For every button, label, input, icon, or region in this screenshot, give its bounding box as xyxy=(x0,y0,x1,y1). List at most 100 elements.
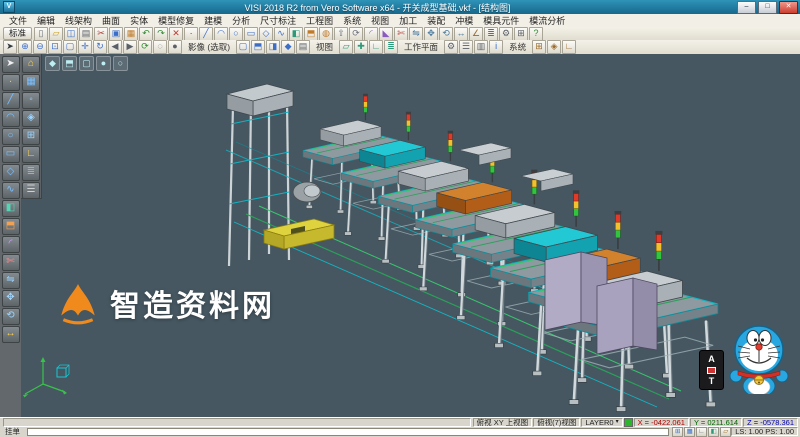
info-icon[interactable]: i xyxy=(489,40,503,54)
next-view-icon[interactable]: ▶ xyxy=(123,40,137,54)
ortho-toggle-icon[interactable]: ∟ xyxy=(22,146,40,163)
extrude-icon[interactable]: ⇧ xyxy=(334,27,348,41)
view-info[interactable]: 俯视(7)视图 xyxy=(533,418,580,427)
grid-icon[interactable]: ⊞ xyxy=(22,128,40,145)
snap-end-icon[interactable]: ◦ xyxy=(22,92,40,109)
pan-icon[interactable]: ✛ xyxy=(78,40,92,54)
ortho-icon[interactable]: ∟ xyxy=(562,40,576,54)
scale-icon[interactable]: ↔ xyxy=(454,27,468,41)
move-icon[interactable]: ✥ xyxy=(424,27,438,41)
front-view-icon[interactable]: ▢ xyxy=(79,56,94,71)
view-cube-icon[interactable]: ▦ xyxy=(22,74,40,91)
units-icon[interactable]: ▱ xyxy=(720,427,731,437)
circle-icon[interactable]: ○ xyxy=(229,27,243,41)
command-input[interactable] xyxy=(27,428,669,436)
wireframe-view-icon[interactable]: ○ xyxy=(113,56,128,71)
polygon-tool-icon[interactable]: ◇ xyxy=(2,164,20,181)
layers-panel-icon[interactable]: ≣ xyxy=(22,164,40,181)
layer-dropdown-arrow[interactable]: ▾ xyxy=(616,419,619,426)
snap-grid-icon[interactable]: ⊞ xyxy=(532,40,546,54)
circle-tool-icon[interactable]: ○ xyxy=(2,128,20,145)
arc-tool-icon[interactable]: ◠ xyxy=(2,110,20,127)
toolbar-group-view[interactable]: 视图 xyxy=(312,41,337,53)
mirror-tool-icon[interactable]: ⇋ xyxy=(2,272,20,289)
spline-tool-icon[interactable]: ∿ xyxy=(2,182,20,199)
view-right-icon[interactable]: ◨ xyxy=(266,40,280,54)
menu-item[interactable]: 实体 xyxy=(125,14,153,27)
overlay-tool-panel[interactable]: A T xyxy=(699,350,724,390)
dimension-tool-icon[interactable]: ↔ xyxy=(2,326,20,343)
toolbar-group-system[interactable]: 系统 xyxy=(505,41,530,53)
rect-tool-icon[interactable]: ▭ xyxy=(2,146,20,163)
layer-selector[interactable]: LAYER0 ▾ xyxy=(581,418,622,427)
select-icon[interactable]: ➤ xyxy=(3,40,17,54)
paste-icon[interactable]: ▦ xyxy=(124,27,138,41)
undo-icon[interactable]: ↶ xyxy=(139,27,153,41)
wcs-icon[interactable]: ⌂ xyxy=(22,56,40,73)
toolbar-group-image-select[interactable]: 影像 (选取) xyxy=(184,41,234,53)
show-entity-icon[interactable]: ● xyxy=(168,40,182,54)
overlay-letter-t[interactable]: T xyxy=(709,377,715,386)
sphere-icon[interactable]: ◍ xyxy=(319,27,333,41)
menu-item[interactable]: 线架构 xyxy=(60,14,97,27)
3d-scene[interactable] xyxy=(21,54,800,418)
mirror-icon[interactable]: ⇋ xyxy=(409,27,423,41)
rotate-icon[interactable]: ⟲ xyxy=(439,27,453,41)
menu-item[interactable]: 曲面 xyxy=(97,14,125,27)
iso-view-icon[interactable]: ◆ xyxy=(45,56,60,71)
solid-box-icon[interactable]: ⬒ xyxy=(304,27,318,41)
delete-icon[interactable]: ✕ xyxy=(169,27,183,41)
fillet-tool-icon[interactable]: ◜ xyxy=(2,236,20,253)
copy-icon[interactable]: ▣ xyxy=(109,27,123,41)
trim-tool-icon[interactable]: ✄ xyxy=(2,254,20,271)
revolve-icon[interactable]: ⟳ xyxy=(349,27,363,41)
select-arrow-icon[interactable]: ➤ xyxy=(2,56,20,73)
workplane-xy-icon[interactable]: ▱ xyxy=(339,40,353,54)
toolbar-standard-label[interactable]: 标准 xyxy=(3,27,32,40)
menu-item[interactable]: 系统 xyxy=(338,14,366,27)
print-icon[interactable]: ▤ xyxy=(79,27,93,41)
save-icon[interactable]: ◫ xyxy=(64,27,78,41)
trim-icon[interactable]: ✄ xyxy=(394,27,408,41)
snap-indicator[interactable] xyxy=(624,418,633,427)
solid-tool-icon[interactable]: ⬒ xyxy=(2,218,20,235)
previous-view-icon[interactable]: ◀ xyxy=(108,40,122,54)
settings-icon[interactable]: ⚙ xyxy=(499,27,513,41)
zoom-out-icon[interactable]: ⊖ xyxy=(33,40,47,54)
view-iso-icon[interactable]: ◆ xyxy=(281,40,295,54)
spline-icon[interactable]: ∿ xyxy=(274,27,288,41)
new-file-icon[interactable]: ▯ xyxy=(34,27,48,41)
layer-indicator-icon[interactable]: ◧ xyxy=(708,427,719,437)
redo-icon[interactable]: ↷ xyxy=(154,27,168,41)
menu-item[interactable]: 冲模 xyxy=(450,14,478,27)
top-view-icon[interactable]: ⬒ xyxy=(62,56,77,71)
minimize-button[interactable]: – xyxy=(737,1,756,14)
workplane-new-icon[interactable]: ✚ xyxy=(354,40,368,54)
cut-icon[interactable]: ✂ xyxy=(94,27,108,41)
snap-toggle-icon[interactable]: ⊞ xyxy=(672,427,683,437)
menu-item[interactable]: 文件 xyxy=(4,14,32,27)
zoom-window-icon[interactable]: ⊡ xyxy=(48,40,62,54)
open-file-icon[interactable]: ▱ xyxy=(49,27,63,41)
workplane-align-icon[interactable]: ∟ xyxy=(369,40,383,54)
title-bar[interactable]: V VISI 2018 R2 from Vero Software x64 - … xyxy=(0,0,800,14)
point-tool-icon[interactable]: ∙ xyxy=(2,74,20,91)
saved-views-icon[interactable]: ▤ xyxy=(296,40,310,54)
overlay-letter-a[interactable]: A xyxy=(708,355,715,364)
line-icon[interactable]: ╱ xyxy=(199,27,213,41)
fillet-icon[interactable]: ◜ xyxy=(364,27,378,41)
menu-item[interactable]: 建模 xyxy=(199,14,227,27)
zoom-in-icon[interactable]: ⊕ xyxy=(18,40,32,54)
zoom-fit-icon[interactable]: ▢ xyxy=(63,40,77,54)
menu-item[interactable]: 模流分析 xyxy=(524,14,570,27)
surface-icon[interactable]: ◧ xyxy=(289,27,303,41)
measure-icon[interactable]: ∠ xyxy=(469,27,483,41)
menu-item[interactable]: 视图 xyxy=(366,14,394,27)
menu-item[interactable]: 尺寸标注 xyxy=(255,14,301,27)
hide-entity-icon[interactable]: ◌ xyxy=(153,40,167,54)
polygon-icon[interactable]: ◇ xyxy=(259,27,273,41)
line-tool-icon[interactable]: ╱ xyxy=(2,92,20,109)
grid-toggle-icon[interactable]: ▦ xyxy=(684,427,695,437)
model-viewport[interactable]: ◆⬒▢●○ 智造资料网 A T xyxy=(21,54,800,418)
properties-panel-icon[interactable]: ☰ xyxy=(22,182,40,199)
